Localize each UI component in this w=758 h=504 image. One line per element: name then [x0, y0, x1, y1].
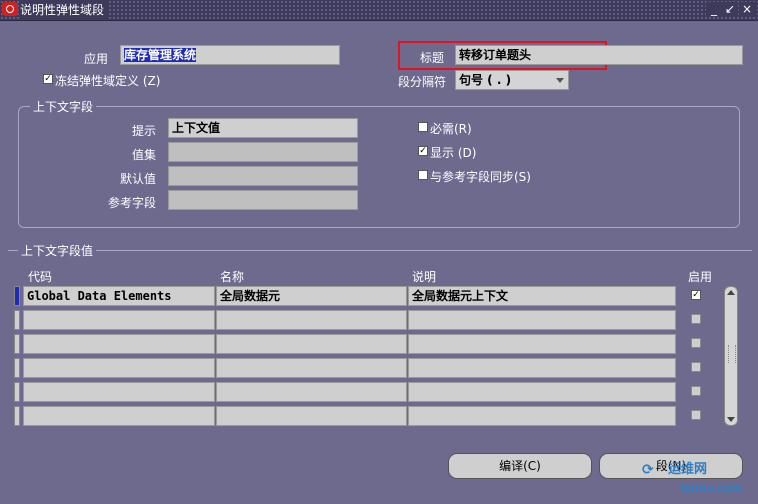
restore-icon[interactable]: ↙ — [722, 2, 738, 17]
compile-button[interactable]: 编译(C) — [448, 453, 592, 479]
watermark-line1: 运维网 — [668, 462, 708, 477]
default-value-label: 默认值 — [119, 172, 156, 186]
watermark-logo-icon: ⟳ — [642, 462, 654, 478]
row-indicator[interactable] — [14, 334, 20, 354]
scroll-up-icon[interactable] — [727, 290, 735, 295]
description-cell[interactable] — [408, 406, 676, 426]
freeze-label: 冻结弹性域定义 (Z) — [55, 74, 161, 88]
code-cell[interactable] — [23, 334, 215, 354]
freeze-checkbox[interactable]: ✓ — [43, 74, 53, 84]
reference-field[interactable] — [168, 190, 358, 210]
section-divider — [8, 250, 752, 251]
description-cell[interactable] — [408, 382, 676, 402]
prompt-label: 提示 — [131, 124, 156, 138]
title-field[interactable]: 转移订单题头 — [455, 45, 743, 65]
name-cell[interactable] — [216, 358, 407, 378]
separator-dropdown[interactable]: 句号 ( . ) — [455, 70, 569, 90]
col-header-description: 说明 — [412, 270, 437, 284]
row-indicator[interactable] — [14, 406, 20, 426]
scroll-grip-icon[interactable] — [728, 345, 736, 363]
name-cell[interactable] — [216, 406, 407, 426]
col-header-enabled: 启用 — [688, 270, 713, 284]
title-bar: 说明性弹性域段 _ ↙ × — [0, 0, 758, 21]
separator-value: 句号 ( . ) — [459, 73, 512, 87]
prompt-field[interactable]: 上下文值 — [168, 118, 358, 138]
context-values-title: 上下文字段值 — [18, 242, 97, 259]
reference-field-label: 参考字段 — [107, 196, 156, 210]
sync-checkbox[interactable] — [418, 170, 428, 180]
description-cell[interactable]: 全局数据元上下文 — [408, 286, 676, 306]
row-indicator[interactable] — [14, 310, 20, 330]
name-cell[interactable] — [216, 334, 407, 354]
col-header-name: 名称 — [220, 270, 245, 284]
code-cell[interactable] — [23, 406, 215, 426]
default-value-field[interactable] — [168, 166, 358, 186]
oracle-app-icon — [2, 2, 18, 16]
watermark-line2: iyunv.com — [680, 482, 743, 495]
vertical-scrollbar[interactable] — [724, 286, 738, 426]
enabled-checkbox[interactable]: ✓ — [691, 290, 701, 300]
enabled-checkbox[interactable] — [691, 362, 701, 372]
scroll-down-icon[interactable] — [727, 417, 735, 422]
enabled-checkbox[interactable] — [691, 338, 701, 348]
code-cell[interactable] — [23, 382, 215, 402]
col-header-code: 代码 — [28, 270, 53, 284]
display-checkbox[interactable]: ✓ — [418, 146, 428, 156]
description-cell[interactable] — [408, 334, 676, 354]
separator-label: 段分隔符 — [397, 75, 446, 89]
app-value: 库存管理系统 — [124, 48, 197, 62]
row-indicator[interactable] — [14, 382, 20, 402]
enabled-checkbox[interactable] — [691, 314, 701, 324]
context-field-group-title: 上下文字段 — [30, 98, 97, 115]
row-indicator[interactable] — [14, 286, 20, 306]
close-icon[interactable]: × — [739, 2, 755, 17]
name-cell[interactable] — [216, 310, 407, 330]
name-cell[interactable]: 全局数据元 — [216, 286, 407, 306]
minimize-icon[interactable]: _ — [706, 2, 722, 17]
row-indicator[interactable] — [14, 358, 20, 378]
description-cell[interactable] — [408, 358, 676, 378]
code-cell[interactable] — [23, 310, 215, 330]
value-set-field[interactable] — [168, 142, 358, 162]
code-cell[interactable] — [23, 358, 215, 378]
enabled-checkbox[interactable] — [691, 386, 701, 396]
window-title: 说明性弹性域段 — [20, 1, 109, 19]
sync-label: 与参考字段同步(S) — [430, 170, 531, 184]
code-cell[interactable]: Global Data Elements — [23, 286, 215, 306]
app-field[interactable]: 库存管理系统 — [120, 45, 340, 65]
required-label: 必需(R) — [430, 122, 472, 136]
app-label: 应用 — [83, 52, 108, 66]
enabled-checkbox[interactable] — [691, 410, 701, 420]
title-label: 标题 — [420, 51, 445, 65]
value-set-label: 值集 — [131, 148, 156, 162]
description-cell[interactable] — [408, 310, 676, 330]
name-cell[interactable] — [216, 382, 407, 402]
required-checkbox[interactable] — [418, 122, 428, 132]
chevron-down-icon — [556, 78, 564, 83]
display-label: 显示 (D) — [430, 146, 477, 160]
